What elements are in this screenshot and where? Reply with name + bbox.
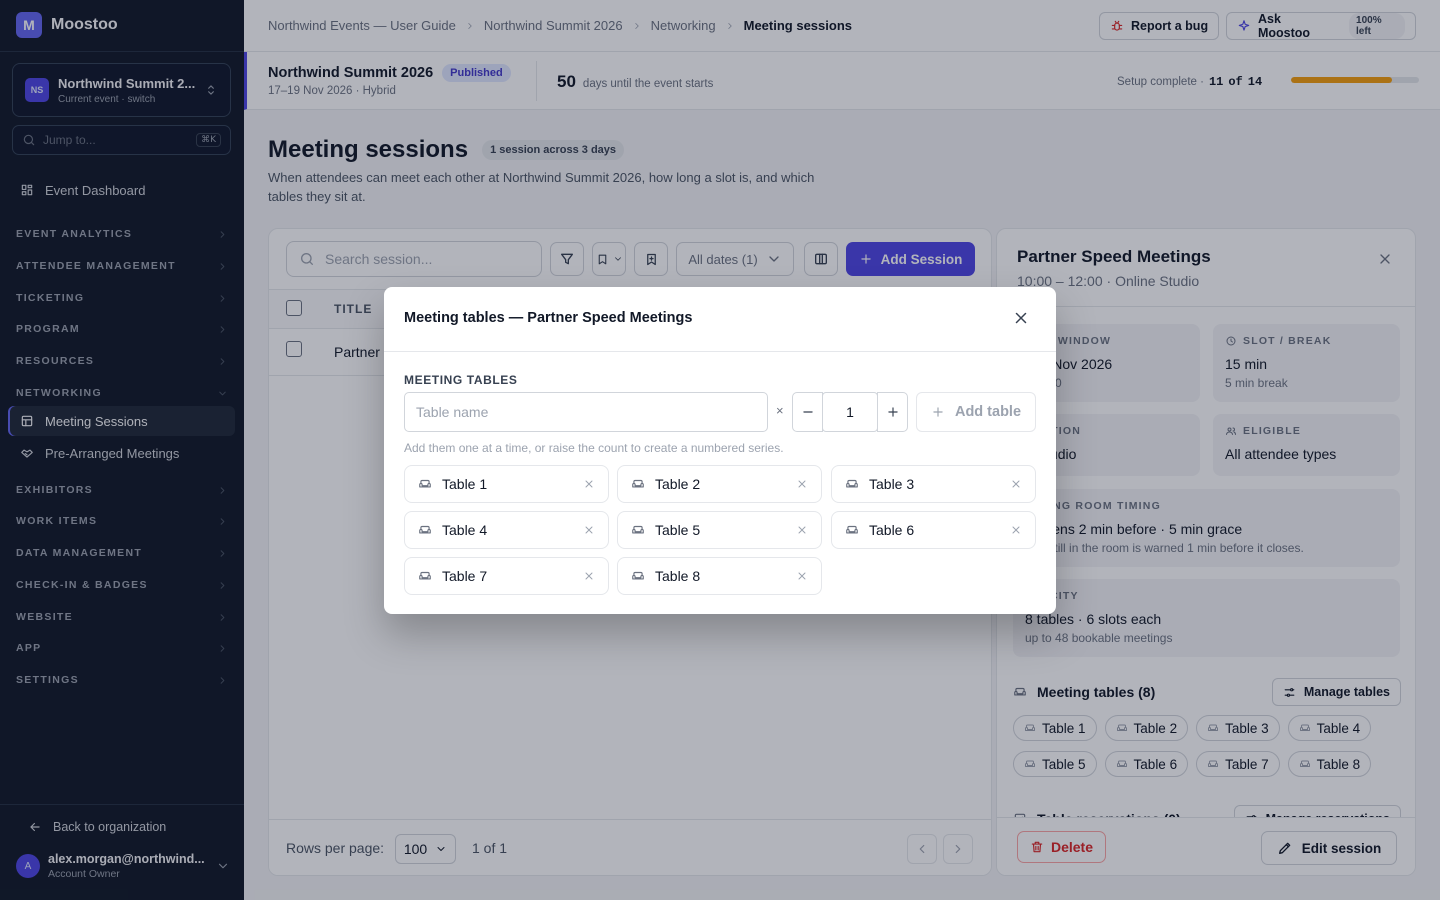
count-decrement-button[interactable] [792,392,823,432]
plus-icon [931,405,945,419]
close-icon[interactable] [1012,309,1030,327]
sofa-icon [845,523,859,537]
table-item-label: Table 7 [442,568,488,584]
table-item-label: Table 1 [442,476,488,492]
table-item: Table 1 [404,465,609,503]
add-table-button[interactable]: Add table [916,392,1036,432]
close-icon[interactable] [583,570,595,582]
add-table-label: Add table [954,404,1022,420]
table-item: Table 5 [617,511,822,549]
table-item: Table 6 [831,511,1036,549]
count-increment-button[interactable] [877,392,908,432]
count-input[interactable]: 1 [822,392,878,432]
minus-icon [801,405,815,419]
close-icon[interactable] [796,524,808,536]
helper-text: Add them one at a time, or raise the cou… [404,441,784,455]
sofa-icon [631,523,645,537]
table-item: Table 4 [404,511,609,549]
table-item-label: Table 2 [655,476,701,492]
table-item-label: Table 5 [655,522,701,538]
sofa-icon [418,523,432,537]
dialog-title: Meeting tables — Partner Speed Meetings [404,310,693,326]
multiply-sign: × [776,403,784,418]
table-name-input[interactable] [404,392,768,432]
table-item: Table 2 [617,465,822,503]
table-item-label: Table 3 [869,476,915,492]
sofa-icon [631,569,645,583]
table-item-label: Table 4 [442,522,488,538]
table-item: Table 7 [404,557,609,595]
plus-icon [886,405,900,419]
close-icon[interactable] [796,478,808,490]
close-icon[interactable] [796,570,808,582]
close-icon[interactable] [583,524,595,536]
table-item: Table 3 [831,465,1036,503]
sofa-icon [845,477,859,491]
section-label: MEETING TABLES [404,373,518,387]
sofa-icon [418,569,432,583]
sofa-icon [631,477,645,491]
close-icon[interactable] [583,478,595,490]
dialog-header: Meeting tables — Partner Speed Meetings [384,287,1056,352]
close-icon[interactable] [1010,524,1022,536]
meeting-tables-dialog: Meeting tables — Partner Speed Meetings … [384,287,1056,614]
table-item-label: Table 8 [655,568,701,584]
close-icon[interactable] [1010,478,1022,490]
table-item: Table 8 [617,557,822,595]
sofa-icon [418,477,432,491]
table-item-label: Table 6 [869,522,915,538]
